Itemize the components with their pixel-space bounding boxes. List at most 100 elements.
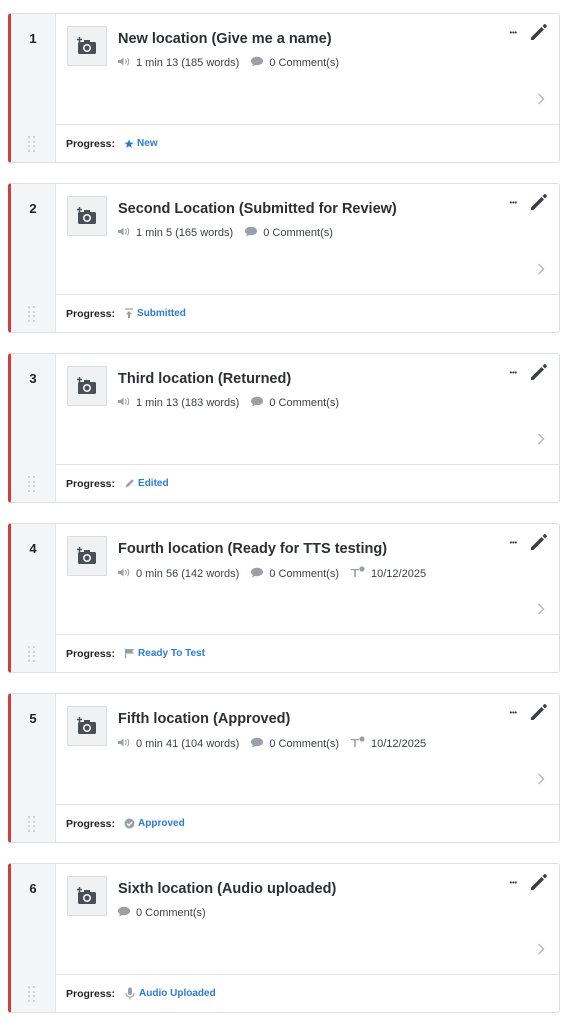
location-title[interactable]: New location (Give me a name) xyxy=(118,31,332,47)
comment-count[interactable]: 0 Comment(s) xyxy=(269,397,339,409)
chevron-right-icon[interactable] xyxy=(537,432,545,450)
location-card[interactable]: 5 Fifth location (Approved) 0 min 41 (104 … xyxy=(8,693,560,843)
add-photo-icon xyxy=(76,886,98,911)
add-photo-button[interactable] xyxy=(67,26,107,66)
edit-icon[interactable] xyxy=(527,532,549,559)
more-options-icon[interactable]: ••• xyxy=(510,29,517,39)
card-footer: Progress: Audio Uploaded xyxy=(55,974,559,1012)
location-number: 1 xyxy=(29,31,37,46)
drag-handle-icon[interactable] xyxy=(28,306,38,322)
progress-status: New xyxy=(124,138,158,149)
comment-icon xyxy=(250,737,269,751)
more-options-icon[interactable]: ••• xyxy=(510,199,517,209)
comment-count[interactable]: 0 Comment(s) xyxy=(269,57,339,69)
location-card[interactable]: 3 Third location (Returned) 1 min 13 (183 … xyxy=(8,353,560,503)
chevron-right-icon[interactable] xyxy=(537,262,545,280)
card-footer: Progress: Submitted xyxy=(55,294,559,332)
card-rail: 3 xyxy=(11,354,56,502)
speaker-icon xyxy=(117,567,136,581)
location-number: 5 xyxy=(29,711,37,726)
tts-date: 10/12/2025 xyxy=(371,737,427,750)
progress-status: Approved xyxy=(124,818,185,829)
add-photo-button[interactable] xyxy=(67,706,107,746)
add-photo-button[interactable] xyxy=(67,366,107,406)
tts-icon xyxy=(350,566,371,581)
chevron-right-icon[interactable] xyxy=(537,942,545,960)
location-list: 1 New location (Give me a name) 1 min 13 (… xyxy=(0,0,576,1024)
edit-icon[interactable] xyxy=(527,362,549,389)
audio-duration: 1 min 5 (165 words) xyxy=(136,227,234,239)
comment-count[interactable]: 0 Comment(s) xyxy=(136,907,206,919)
card-rail: 4 xyxy=(11,524,56,672)
speaker-icon xyxy=(117,396,136,410)
location-meta: 0 min 56 (142 words) 0 Comment(s) 10/12/20… xyxy=(117,566,426,581)
comment-count[interactable]: 0 Comment(s) xyxy=(269,568,339,580)
location-card[interactable]: 1 New location (Give me a name) 1 min 13 (… xyxy=(8,13,560,163)
location-meta: 0 Comment(s) xyxy=(117,906,206,920)
card-rail: 5 xyxy=(11,694,56,842)
audio-duration: 0 min 56 (142 words) xyxy=(136,567,240,580)
drag-handle-icon[interactable] xyxy=(28,646,38,662)
edit-icon[interactable] xyxy=(527,192,549,219)
microphone-icon xyxy=(124,987,139,1000)
progress-text: Audio Uploaded xyxy=(139,988,216,999)
drag-handle-icon[interactable] xyxy=(28,136,38,152)
location-card[interactable]: 4 Fourth location (Ready for TTS testing)… xyxy=(8,523,560,673)
edit-icon[interactable] xyxy=(527,702,549,729)
more-options-icon[interactable]: ••• xyxy=(510,539,517,549)
location-meta: 1 min 5 (165 words) 0 Comment(s) xyxy=(117,226,333,240)
progress-text: Ready To Test xyxy=(138,648,205,659)
chevron-right-icon[interactable] xyxy=(537,602,545,620)
add-photo-button[interactable] xyxy=(67,536,107,576)
progress-text: Submitted xyxy=(137,308,186,319)
progress-label: Progress: xyxy=(66,477,116,490)
speaker-icon xyxy=(117,56,136,70)
more-options-icon[interactable]: ••• xyxy=(510,369,517,379)
drag-handle-icon[interactable] xyxy=(28,986,38,1002)
tts-icon xyxy=(350,736,371,751)
audio-duration: 0 min 41 (104 words) xyxy=(136,737,240,750)
location-title[interactable]: Second Location (Submitted for Review) xyxy=(118,201,397,217)
edit-icon[interactable] xyxy=(527,872,549,899)
card-rail: 6 xyxy=(11,864,56,1012)
progress-label: Progress: xyxy=(66,307,116,320)
add-photo-icon xyxy=(76,36,98,61)
location-card[interactable]: 2 Second Location (Submitted for Review) 1… xyxy=(8,183,560,333)
tts-date: 10/12/2025 xyxy=(371,567,427,580)
location-number: 2 xyxy=(29,201,37,216)
more-options-icon[interactable]: ••• xyxy=(510,709,517,719)
speaker-icon xyxy=(117,737,136,751)
location-title[interactable]: Third location (Returned) xyxy=(118,371,291,387)
location-title[interactable]: Fourth location (Ready for TTS testing) xyxy=(118,541,387,557)
comment-count[interactable]: 0 Comment(s) xyxy=(269,738,339,750)
chevron-right-icon[interactable] xyxy=(537,92,545,110)
more-options-icon[interactable]: ••• xyxy=(510,879,517,889)
location-title[interactable]: Fifth location (Approved) xyxy=(118,711,290,727)
upload-icon xyxy=(124,308,137,319)
location-number: 4 xyxy=(29,541,37,556)
location-title[interactable]: Sixth location (Audio uploaded) xyxy=(118,881,336,897)
chevron-right-icon[interactable] xyxy=(537,772,545,790)
progress-text: Approved xyxy=(138,818,185,829)
edit-icon[interactable] xyxy=(527,22,549,49)
audio-duration: 1 min 13 (183 words) xyxy=(136,397,240,409)
progress-label: Progress: xyxy=(66,987,116,1000)
location-card[interactable]: 6 Sixth location (Audio uploaded) 0 Commen… xyxy=(8,863,560,1013)
progress-status: Audio Uploaded xyxy=(124,987,216,1000)
drag-handle-icon[interactable] xyxy=(28,476,38,492)
progress-text: Edited xyxy=(138,478,169,489)
add-photo-button[interactable] xyxy=(67,196,107,236)
card-footer: Progress: Ready To Test xyxy=(55,634,559,672)
progress-label: Progress: xyxy=(66,137,116,150)
add-photo-button[interactable] xyxy=(67,876,107,916)
add-photo-icon xyxy=(76,206,98,231)
add-photo-icon xyxy=(76,376,98,401)
comment-icon xyxy=(250,396,269,410)
card-rail: 2 xyxy=(11,184,56,332)
location-meta: 1 min 13 (183 words) 0 Comment(s) xyxy=(117,396,339,410)
comment-count[interactable]: 0 Comment(s) xyxy=(263,227,333,239)
star-icon xyxy=(124,139,137,149)
progress-label: Progress: xyxy=(66,817,116,830)
drag-handle-icon[interactable] xyxy=(28,816,38,832)
progress-status: Edited xyxy=(124,478,169,489)
